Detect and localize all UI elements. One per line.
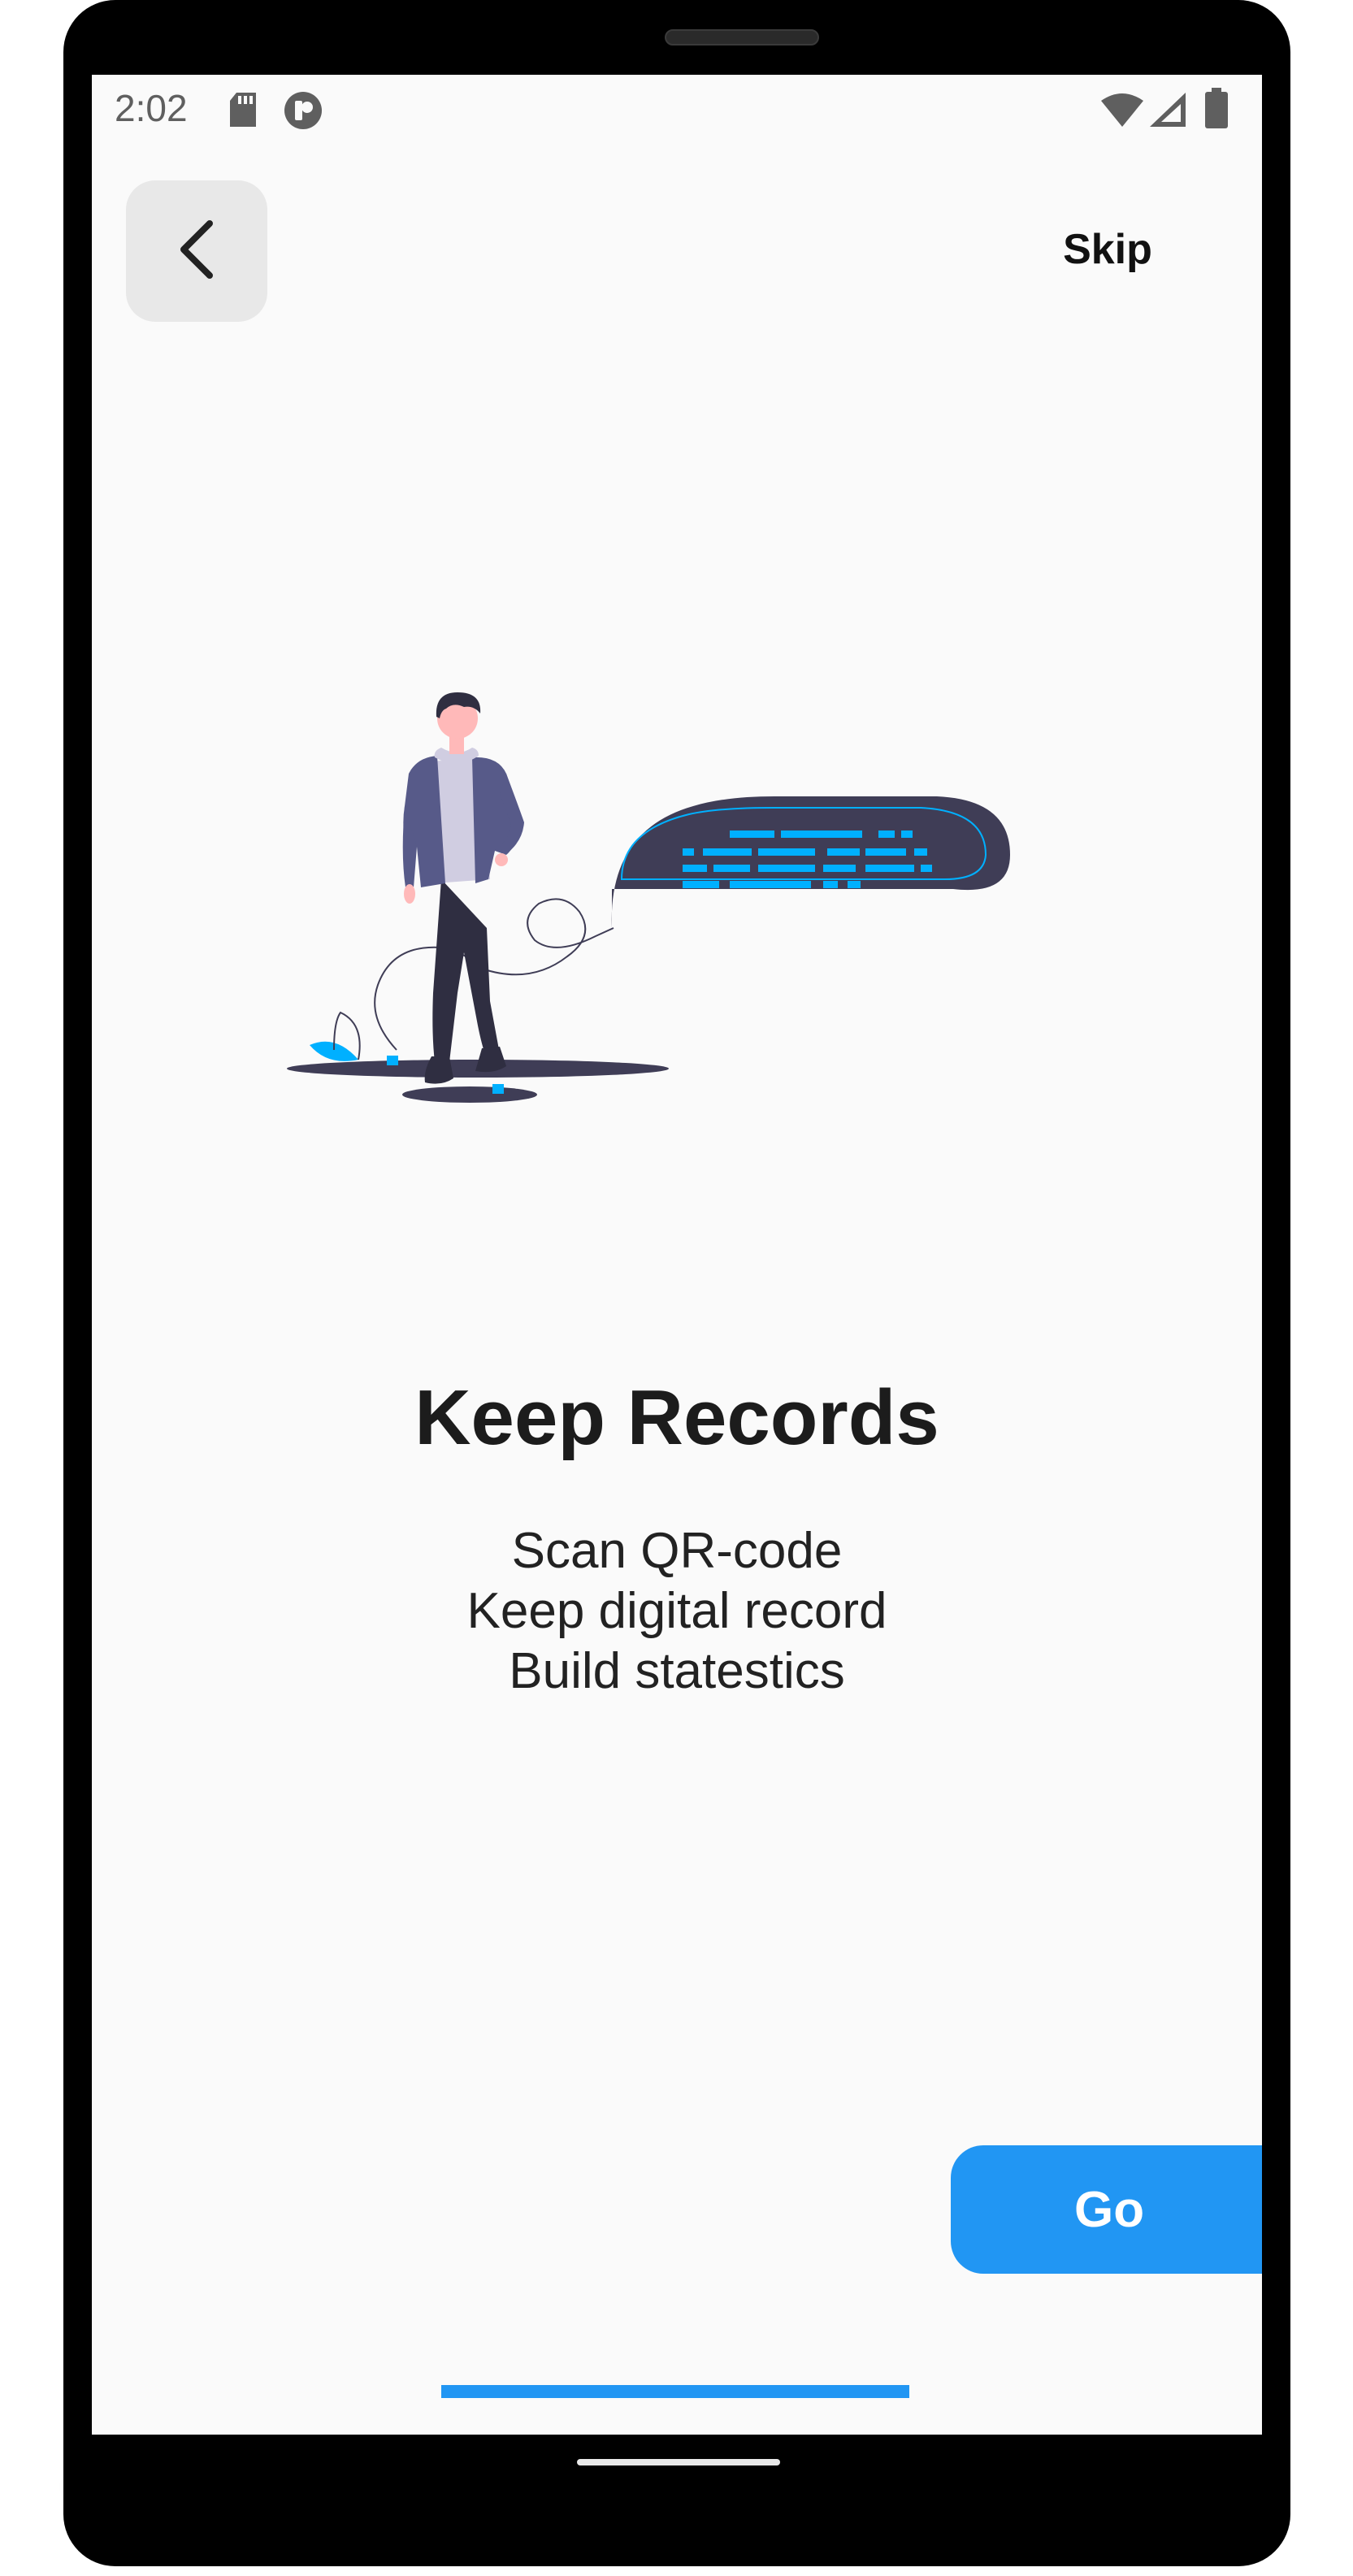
feature-line-scan: Scan QR-code (511, 1523, 843, 1579)
sd-card-icon (227, 91, 259, 132)
feature-list: Scan QR-code Keep digital record Build s… (92, 1521, 1262, 1702)
person-with-speech-bubble-illustration (287, 611, 1099, 1131)
feature-line-record: Keep digital record (466, 1583, 887, 1639)
onboarding-progress-bar (441, 2385, 909, 2398)
signal-icon (1150, 93, 1186, 131)
back-button[interactable] (126, 180, 267, 322)
progress-fill (441, 2385, 909, 2398)
earpiece-speaker (665, 29, 819, 46)
status-time: 2:02 (115, 87, 188, 129)
skip-button[interactable]: Skip (1043, 221, 1173, 278)
wifi-icon (1101, 93, 1143, 131)
page-title: Keep Records (414, 1374, 939, 1461)
battery-icon (1205, 88, 1228, 132)
app-screen: 2:02 Skip Keep Records Scan QR-code Keep… (92, 75, 1262, 2435)
home-indicator[interactable] (577, 2459, 780, 2465)
go-button[interactable]: Go (951, 2145, 1262, 2274)
feature-line-statistics: Build statestics (509, 1643, 845, 1699)
app-notification-icon (284, 91, 323, 134)
status-bar: 2:02 (92, 75, 1262, 145)
chevron-left-icon (172, 217, 221, 286)
